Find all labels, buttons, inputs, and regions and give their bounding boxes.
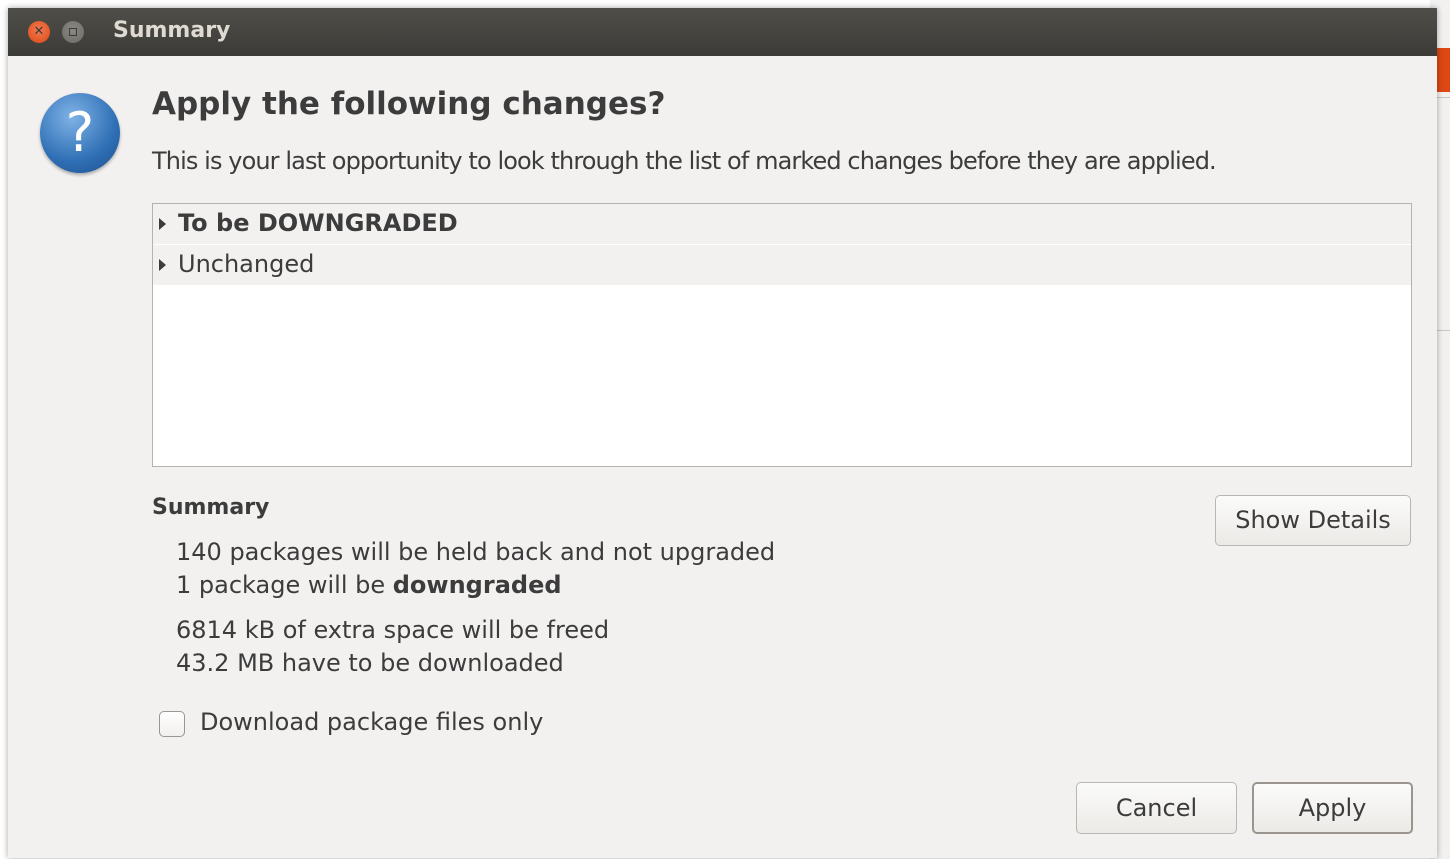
close-icon: ✕ (33, 24, 45, 39)
maximize-button[interactable] (62, 21, 84, 43)
dialog-description: This is your last opportunity to look th… (152, 147, 1217, 175)
window-title: Summary (113, 18, 231, 43)
dialog-heading: Apply the following changes? (152, 86, 666, 122)
changes-tree[interactable]: To be DOWNGRADED Unchanged (152, 203, 1412, 467)
tree-row-label: Unchanged (178, 250, 315, 278)
apply-button[interactable]: Apply (1252, 782, 1413, 834)
download-only-label[interactable]: Download package files only (200, 708, 543, 736)
background-window-divider (1437, 97, 1450, 98)
tree-row-label: To be DOWNGRADED (178, 209, 458, 237)
title-bar: ✕ Summary (8, 8, 1437, 56)
background-window-divider (1437, 330, 1450, 331)
download-only-checkbox[interactable] (159, 711, 185, 737)
show-details-button[interactable]: Show Details (1215, 495, 1411, 546)
expander-arrow-icon[interactable] (159, 259, 166, 271)
summary-downgraded-word: downgraded (392, 571, 562, 599)
cancel-button[interactable]: Cancel (1076, 782, 1237, 834)
screen: ✕ Summary ? Apply the following changes?… (0, 0, 1450, 859)
tree-row-downgraded[interactable]: To be DOWNGRADED (153, 204, 1411, 244)
summary-dialog: ✕ Summary ? Apply the following changes?… (8, 8, 1437, 858)
expander-arrow-icon[interactable] (159, 218, 166, 230)
summary-space-freed: 6814 kB of extra space will be freed (176, 616, 610, 644)
summary-held-back: 140 packages will be held back and not u… (176, 538, 776, 566)
summary-heading: Summary (152, 495, 270, 520)
close-button[interactable]: ✕ (28, 21, 50, 43)
background-window-accent (1437, 48, 1450, 92)
summary-download-size: 43.2 MB have to be downloaded (176, 649, 564, 677)
summary-downgraded: 1 package will be downgraded (176, 571, 562, 599)
maximize-icon (69, 28, 77, 36)
summary-downgraded-prefix: 1 package will be (176, 571, 393, 599)
tree-row-unchanged[interactable]: Unchanged (153, 245, 1411, 285)
question-icon: ? (40, 93, 120, 173)
